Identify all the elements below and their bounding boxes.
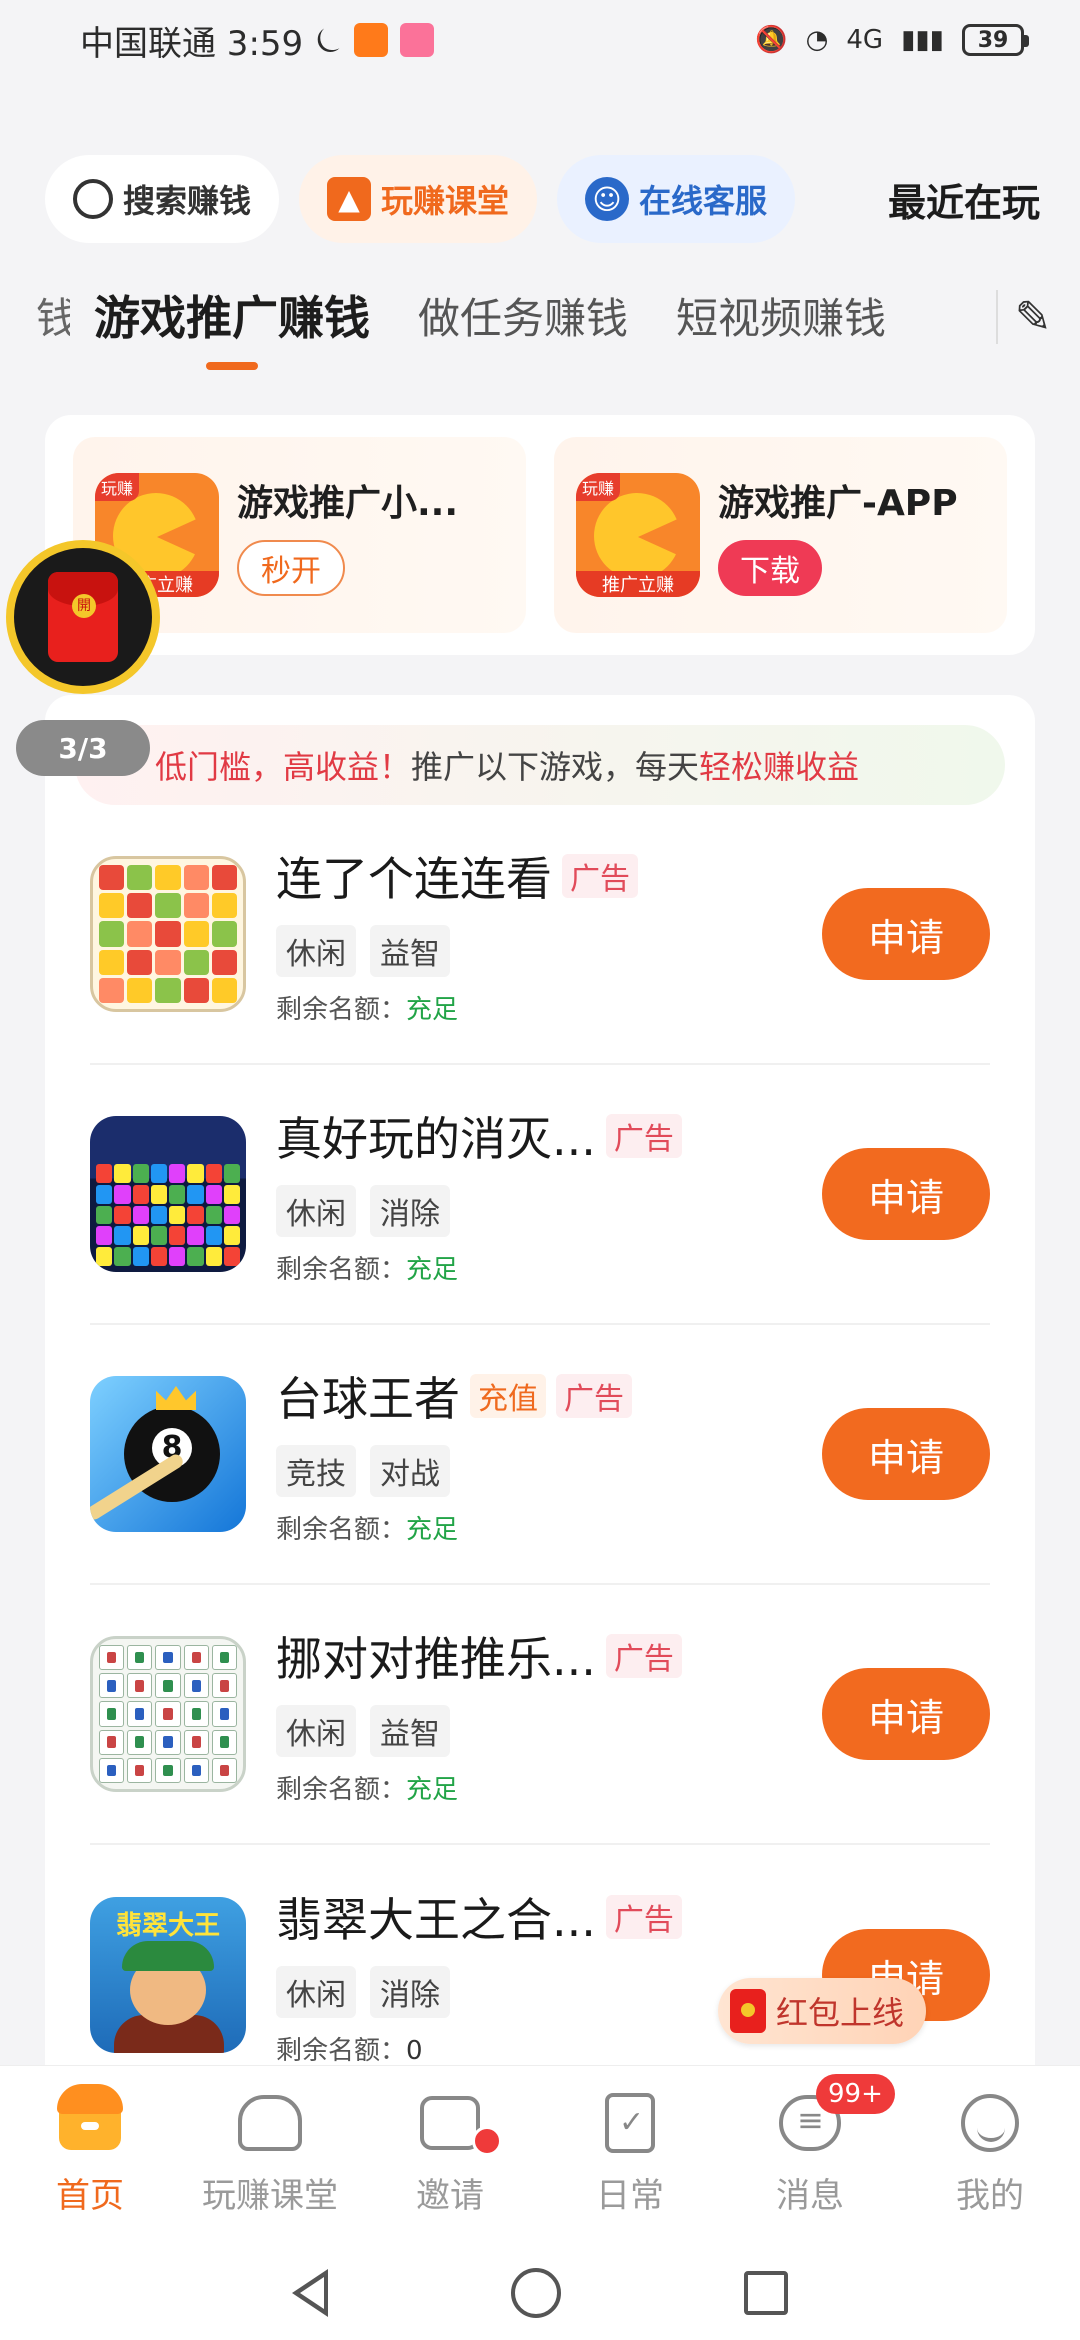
tab-previous-partial[interactable]: 钱 xyxy=(0,285,70,346)
promo-app[interactable]: 玩赚 推广立赚 游戏推广-APP 下载 xyxy=(554,437,1007,633)
apply-button[interactable]: 申请 xyxy=(822,1408,990,1500)
tag: 益智 xyxy=(370,1704,450,1757)
pacman-game-icon: 玩赚 推广立赚 xyxy=(576,473,700,597)
customer-service-icon: ☺ xyxy=(585,177,630,221)
bilibili-app-icon xyxy=(400,23,435,57)
graduation-cap-icon xyxy=(238,2095,302,2151)
ad-badge: 广告 xyxy=(605,1894,682,1939)
ad-badge: 广告 xyxy=(605,1633,682,1678)
nav-invite[interactable]: 邀请 xyxy=(360,2066,540,2245)
download-button[interactable]: 下载 xyxy=(718,540,822,596)
back-icon[interactable] xyxy=(291,2268,328,2317)
fruit-link-game-icon xyxy=(90,856,246,1012)
nav-messages[interactable]: 消息 99+ xyxy=(720,2066,900,2245)
recent-apps-icon[interactable] xyxy=(744,2270,789,2315)
game-title: 连了个连连看 xyxy=(276,851,552,906)
tag: 竞技 xyxy=(276,1444,356,1497)
apply-button[interactable]: 申请 xyxy=(822,1148,990,1240)
tag: 对战 xyxy=(370,1444,450,1497)
tag: 消除 xyxy=(370,1965,450,2018)
tag: 益智 xyxy=(370,924,450,977)
network-type: 4G xyxy=(846,25,884,55)
home-icon xyxy=(57,2084,123,2150)
recently-played-button[interactable]: 最近在玩 xyxy=(888,172,1040,227)
search-icon xyxy=(73,179,113,219)
online-service-button[interactable]: ☺ 在线客服 xyxy=(557,155,796,243)
tag: 消除 xyxy=(370,1184,450,1237)
game-list-card: 低门槛，高收益！ 推广以下游戏，每天 轻松赚收益 连了个连连看 广告 休闲 益智… xyxy=(45,695,1035,2065)
promo-title: 游戏推广-APP xyxy=(718,483,958,524)
tag: 休闲 xyxy=(276,1704,356,1757)
promo-title: 游戏推广小... xyxy=(237,483,459,524)
quota-value: 充足 xyxy=(406,1514,459,1545)
carousel-pager: 3/3 xyxy=(16,720,150,776)
carrier-time: 中国联通 3:59 xyxy=(80,23,304,64)
recharge-badge: 充值 xyxy=(470,1373,546,1418)
quick-actions: 搜索赚钱 ▲ 玩赚课堂 ☺ 在线客服 最近在玩 xyxy=(45,155,1040,243)
ad-badge: 广告 xyxy=(605,1113,682,1158)
promo-card: 玩赚 推广立赚 游戏推广小... 秒开 玩赚 推广立赚 游戏推广-APP 下载 xyxy=(45,415,1035,655)
quota-value: 0 xyxy=(406,2035,423,2066)
category-tabs: 钱 游戏推广赚钱 做任务赚钱 短视频赚钱 ✎ xyxy=(0,270,1080,370)
game-title: 台球王者 xyxy=(276,1371,460,1426)
bottom-nav: 首页 玩赚课堂 邀请 日常 消息 99+ 我的 xyxy=(0,2065,1080,2245)
tab-short-video[interactable]: 短视频赚钱 xyxy=(652,285,910,346)
tag: 休闲 xyxy=(276,924,356,977)
block-pop-game-icon xyxy=(90,1116,246,1272)
red-packet-notice[interactable]: 红包上线 xyxy=(718,1978,927,2044)
red-envelope-icon xyxy=(730,1989,766,2033)
notification-dot xyxy=(472,2126,502,2156)
game-title: 翡翠大王之合... xyxy=(276,1892,596,1947)
tag: 休闲 xyxy=(276,1965,356,2018)
home-circle-icon[interactable] xyxy=(510,2267,561,2318)
slogan-banner: 低门槛，高收益！ 推广以下游戏，每天 轻松赚收益 xyxy=(75,725,1005,805)
nav-daily[interactable]: 日常 xyxy=(540,2066,720,2245)
ad-badge: 广告 xyxy=(562,853,638,898)
quota-value: 充足 xyxy=(406,1774,459,1805)
apply-button[interactable]: 申请 xyxy=(822,888,990,980)
mute-icon: 🔕 xyxy=(755,25,788,55)
game-row[interactable]: 连了个连连看 广告 休闲 益智 剩余名额：充足 申请 xyxy=(90,805,990,1065)
signal-icon: ▮▮▮ xyxy=(901,25,944,55)
jade-king-game-icon: 翡翠大王 xyxy=(90,1897,246,2053)
instant-open-button[interactable]: 秒开 xyxy=(237,540,345,596)
alarm-off-icon: ⏾ xyxy=(315,20,343,60)
clipboard-check-icon xyxy=(605,2093,655,2153)
nav-home[interactable]: 首页 xyxy=(0,2066,180,2245)
graduation-cap-icon: ▲ xyxy=(327,177,372,221)
billiards-game-icon xyxy=(90,1376,246,1532)
apply-button[interactable]: 申请 xyxy=(822,1668,990,1760)
message-count-badge: 99+ xyxy=(816,2074,895,2114)
taobao-app-icon xyxy=(354,23,389,57)
game-title: 挪对对推推乐... xyxy=(276,1631,596,1686)
floating-red-packet[interactable]: 開 xyxy=(6,540,160,694)
mahjong-game-icon xyxy=(90,1636,246,1792)
quota-value: 充足 xyxy=(406,994,459,1025)
game-title: 真好玩的消灭... xyxy=(276,1111,596,1166)
game-row[interactable]: 挪对对推推乐... 广告 休闲 益智 剩余名额：充足 申请 xyxy=(90,1585,990,1845)
quota-value: 充足 xyxy=(406,1254,459,1285)
battery-icon: 39 xyxy=(962,24,1029,56)
system-nav-bar xyxy=(0,2245,1080,2340)
game-row[interactable]: 真好玩的消灭... 广告 休闲 消除 剩余名额：充足 申请 xyxy=(90,1065,990,1325)
game-row[interactable]: 台球王者 充值 广告 竞技 对战 剩余名额：充足 申请 xyxy=(90,1325,990,1585)
tab-game-promotion[interactable]: 游戏推广赚钱 xyxy=(70,282,394,370)
nav-course[interactable]: 玩赚课堂 xyxy=(180,2066,360,2245)
ad-badge: 广告 xyxy=(556,1373,632,1418)
status-bar: 中国联通 3:59 ⏾ 🔕 ◔ 4G ▮▮▮ 39 xyxy=(0,0,1080,80)
search-earn-button[interactable]: 搜索赚钱 xyxy=(45,155,280,243)
tab-tasks[interactable]: 做任务赚钱 xyxy=(394,285,652,346)
course-button[interactable]: ▲ 玩赚课堂 xyxy=(299,155,538,243)
edit-tabs-icon[interactable]: ✎ xyxy=(996,290,1051,344)
wifi-icon: ◔ xyxy=(805,25,829,55)
invite-icon xyxy=(420,2096,480,2150)
smile-icon xyxy=(961,2094,1019,2152)
red-envelope-icon: 開 xyxy=(48,572,118,662)
tag: 休闲 xyxy=(276,1184,356,1237)
nav-profile[interactable]: 我的 xyxy=(900,2066,1080,2245)
